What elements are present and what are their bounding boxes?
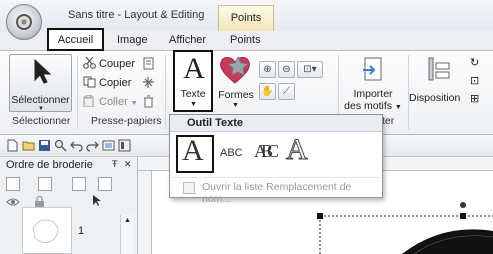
text-monogram-icon: ABC [254,141,279,161]
scroll-up-icon[interactable]: ▲ [124,217,131,224]
import-patterns-button[interactable]: Importer des motifs ▼ [343,54,403,112]
open-folder-icon[interactable] [22,139,35,152]
import-label: Importer des motifs ▼ [343,88,403,114]
duplicate-icon[interactable] [142,76,155,89]
hand-icon[interactable]: ✋ [259,83,276,100]
window-title: Sans titre - Layout & Editing [68,9,205,21]
paste-label: Coller [99,96,128,108]
panel-scrollbar[interactable]: ▲ [120,215,134,254]
view-icon[interactable] [102,139,115,152]
print-preview-icon[interactable] [54,139,67,152]
zoom-fit-icon[interactable]: ⊡▾ [297,61,323,78]
format-painter-icon[interactable] [142,57,155,70]
cut-button[interactable]: Couper [83,57,135,70]
app-logo-icon [16,14,32,30]
shapes-label: Formes [218,89,254,101]
text-tool-option-normal[interactable]: A [176,134,214,173]
move-tool-icon[interactable] [38,177,52,191]
text-outline-icon: A [286,133,309,167]
text-tool-label: Texte [180,88,206,100]
thumbnail-number: 1 [78,225,85,237]
paste-icon [83,95,94,107]
frame-tool-icon[interactable] [98,177,112,191]
measure-icon[interactable]: ⟋ [278,83,295,100]
import-dropdown-icon: ▼ [394,104,402,111]
rotate-icon[interactable]: ↻ [470,56,479,69]
layout-label: Disposition [409,92,461,104]
ribbon-tabs: Accueil Image Afficher Points [0,28,493,51]
copy-label: Copier [99,77,132,89]
redo-icon[interactable] [86,139,99,152]
shapes-dropdown-icon: ▼ [232,102,239,109]
sort-tool-icon[interactable] [72,177,86,191]
clipboard-group-label: Presse-papiers [91,115,162,127]
arrow-pointer-icon[interactable] [92,194,102,208]
panel-pin-icon[interactable]: Ŧ [112,159,118,169]
paste-button[interactable]: Coller ▼ [83,95,138,108]
cut-label: Couper [99,58,136,70]
heart-shape-icon [220,56,250,84]
list-icon [183,182,195,194]
zoom-tools: ⊕ ⊖ ⊡▾ ✋ ⟋ [259,61,335,111]
tab-image[interactable]: Image [117,34,148,46]
import-label-line2: des motifs [344,100,392,112]
transform-icon[interactable]: ⊡ [470,74,479,87]
import-group-label-fragment: ter [382,115,395,127]
select-dropdown-icon: ▼ [38,106,44,112]
tab-accueil[interactable]: Accueil [47,28,104,51]
text-normal-icon: A [182,134,204,167]
import-icon [363,57,382,81]
text-tool-dropdown: Outil Texte A ABC ABC A Ouvrir la liste … [169,114,383,205]
tab-points[interactable]: Points [230,34,261,46]
ribbon-separator [165,55,166,129]
letter-a-icon: A [183,52,205,85]
delete-icon[interactable] [142,95,155,108]
open-name-replacement-list[interactable]: Ouvrir la liste Remplacement de nom... [171,177,381,205]
layout-icon [428,57,450,81]
select-group-label: Sélectionner [12,115,71,127]
eye-icon[interactable] [6,197,20,207]
import-label-line1: Importer [353,88,393,100]
shapes-button[interactable]: Formes ▼ [216,52,256,110]
ribbon-separator [77,55,78,129]
zoom-in-icon[interactable]: ⊕ [259,61,276,78]
undo-icon[interactable] [70,139,83,152]
save-icon[interactable] [38,139,51,152]
layout-button[interactable]: Disposition [409,54,472,104]
ruler-vertical [138,171,152,254]
zoom-out-icon[interactable]: ⊖ [278,61,295,78]
select-button[interactable]: Sélectionner ▼ [9,54,72,112]
copy-icon [83,76,96,88]
application-menu-button[interactable] [6,4,42,40]
group-icon[interactable]: ⊞ [470,92,479,105]
text-small-icon: ABC [220,147,243,159]
text-tool-option-monogram[interactable]: ABC [254,135,282,173]
text-dropdown-icon: ▼ [190,101,197,108]
select-button-label: Sélectionner [11,94,70,106]
panel-title: Ordre de broderie [6,159,93,171]
pattern-preview-icon [32,219,59,243]
title-bar: Sans titre - Layout & Editing Points [0,0,493,31]
text-tool-option-outline[interactable]: A [286,133,314,173]
embroidery-order-panel: Ordre de broderie Ŧ ✕ 1 ▲ [0,157,138,254]
pattern-thumbnail[interactable] [22,207,72,254]
order-tool-icon[interactable] [6,177,20,191]
tab-afficher[interactable]: Afficher [169,34,206,46]
arrow-pointer-icon [34,59,52,84]
text-tool-button[interactable]: A Texte ▼ [173,50,213,112]
panel-close-icon[interactable]: ✕ [124,159,132,170]
scissors-icon [83,57,96,69]
text-tool-option-small[interactable]: ABC [220,135,248,173]
context-tab-header: Points [218,5,274,31]
copy-button[interactable]: Copier [83,76,131,89]
paste-dropdown-icon: ▼ [130,100,138,107]
view-toggle-icon[interactable] [118,139,131,152]
text-tool-dropdown-title: Outil Texte [170,115,382,132]
new-file-icon[interactable] [6,139,19,152]
